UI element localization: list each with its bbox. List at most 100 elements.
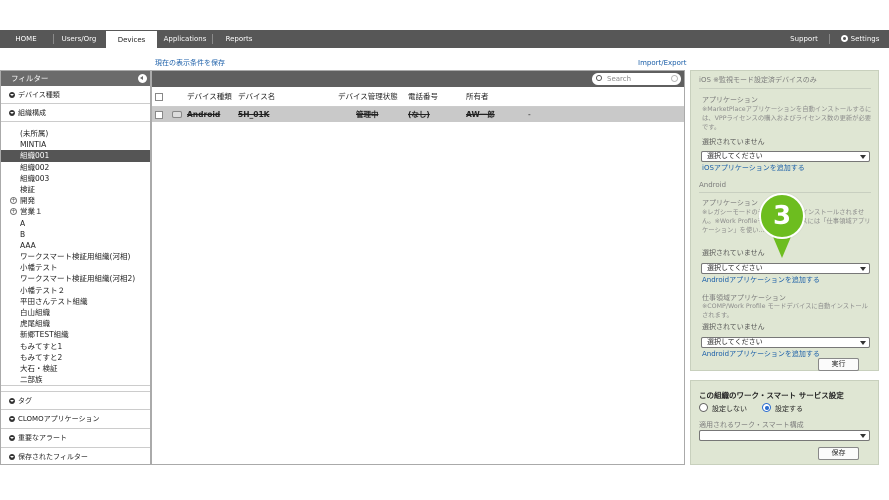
section-label: タグ (18, 397, 32, 405)
clear-icon[interactable] (671, 75, 678, 82)
section-tag[interactable]: タグ (1, 391, 150, 409)
col-phone[interactable]: 電話番号 (408, 87, 438, 107)
nav-settings[interactable]: Settings (836, 30, 884, 48)
cell-extra: - (528, 110, 531, 119)
select-all-checkbox[interactable] (155, 93, 163, 101)
android-app-select[interactable]: 選択してください (701, 263, 870, 274)
section-clomo-apps[interactable]: CLOMOアプリケーション (1, 409, 150, 427)
org-item[interactable]: AAA (1, 240, 150, 251)
org-item[interactable]: (未所属) (1, 128, 150, 139)
org-item[interactable]: A (1, 218, 150, 229)
org-item[interactable]: 平田さんテスト組織 (1, 296, 150, 307)
nav-users-org[interactable]: Users/Org (56, 30, 102, 48)
collapse-icon[interactable] (138, 74, 147, 83)
save-filter-link[interactable]: 現在の表示条件を保存 (155, 58, 225, 68)
section-org[interactable]: 組織構成 (1, 104, 150, 122)
org-item[interactable]: 組織003 (1, 173, 150, 184)
grid-toolbar: Search (152, 71, 684, 87)
org-label: 営業１ (20, 207, 43, 217)
cell-owner: AW一郎 (466, 110, 495, 119)
ios-selected: 選択されていません (702, 138, 765, 146)
org-item[interactable]: ワークスマート検証用組織(河相2) (1, 273, 150, 284)
section-saved-filters[interactable]: 保存されたフィルター (1, 447, 150, 464)
search-placeholder: Search (607, 75, 632, 83)
row-checkbox[interactable] (155, 111, 163, 119)
chevron-down-icon (9, 92, 15, 98)
ws-config-select[interactable] (699, 430, 870, 441)
col-owner[interactable]: 所有者 (466, 87, 489, 107)
ws-title: この組織のワーク・スマート サービス設定 (699, 391, 844, 400)
org-item[interactable]: + 営業１ (1, 206, 150, 217)
ios-app-title: アプリケーション (702, 96, 758, 104)
cell-phone: (なし) (408, 110, 430, 119)
ws-on-label: 設定する (775, 405, 803, 413)
org-item[interactable]: 虎尾組織 (1, 318, 150, 329)
org-item[interactable]: 二部族 (1, 374, 150, 385)
execute-button[interactable]: 実行 (818, 358, 859, 371)
android-selected: 選択されていません (702, 249, 765, 257)
step-number-badge: 3 (759, 193, 805, 239)
org-item[interactable]: もみてすと1 (1, 341, 150, 352)
ws-config-label: 適用されるワーク・スマート構成 (699, 421, 804, 429)
ios-header: iOS ※監視モード設定済デバイスのみ (699, 76, 817, 84)
org-item[interactable]: 新郷TEST組織 (1, 329, 150, 340)
android-header: Android (699, 181, 727, 189)
org-item[interactable]: ワークスマート検証用組織(河相) (1, 251, 150, 262)
filter-title: フィルター (11, 74, 49, 83)
grid-header: デバイス種類 デバイス名 デバイス管理状態 電話番号 所有者 (152, 87, 684, 107)
divider (699, 88, 871, 89)
ws-on-radio[interactable] (762, 403, 771, 412)
select-value: 選択してください (707, 152, 763, 160)
nav-home[interactable]: HOME (7, 30, 45, 48)
section-device-type[interactable]: デバイス種類 (1, 86, 150, 104)
org-item-selected[interactable]: 組織001 (1, 150, 150, 162)
table-row[interactable]: Android 5H_01K 管理中 (なし) AW一郎 - (152, 107, 684, 122)
cell-name: 5H_01K (238, 110, 270, 119)
org-item[interactable]: B (1, 229, 150, 240)
work-selected: 選択されていません (702, 323, 765, 331)
org-item[interactable]: 白山組織 (1, 307, 150, 318)
nav-separator (829, 34, 830, 44)
android-add-link[interactable]: Androidアプリケーションを追加する (702, 275, 820, 285)
search-icon (596, 75, 602, 81)
nav-applications[interactable]: Applications (162, 30, 208, 48)
col-status[interactable]: デバイス管理状態 (338, 87, 398, 107)
android-device-icon (172, 111, 182, 118)
expand-icon[interactable]: + (10, 197, 17, 205)
org-item[interactable]: MINTIA (1, 139, 150, 150)
org-item[interactable]: 組織002 (1, 162, 150, 173)
org-item[interactable]: 検証 (1, 184, 150, 195)
expand-icon[interactable]: + (10, 208, 17, 216)
org-label: 開発 (20, 196, 35, 206)
section-label: 組織構成 (18, 109, 46, 117)
chevron-down-icon (9, 454, 15, 460)
save-button[interactable]: 保存 (818, 447, 859, 460)
col-device-name[interactable]: デバイス名 (238, 87, 275, 107)
cell-type: Android (187, 110, 221, 119)
nav-devices[interactable]: Devices (105, 30, 158, 48)
filter-sidebar: フィルター デバイス種類 組織構成 (未所属) MINTIA 組織001 組織0… (0, 70, 151, 465)
import-export-link[interactable]: Import/Export (638, 59, 687, 67)
nav-separator (53, 34, 54, 44)
ios-app-select[interactable]: 選択してください (701, 151, 870, 162)
work-app-select[interactable]: 選択してください (701, 337, 870, 348)
chevron-down-icon (9, 398, 15, 404)
nav-support[interactable]: Support (786, 30, 822, 48)
org-item[interactable]: 小幡テスト２ (1, 285, 150, 296)
org-item[interactable]: + 開発 (1, 195, 150, 206)
org-item[interactable]: 大石・検証 (1, 363, 150, 374)
ios-add-link[interactable]: iOSアプリケーションを追加する (702, 163, 805, 173)
work-smart-panel: この組織のワーク・スマート サービス設定 設定しない 設定する 適用されるワーク… (690, 380, 879, 465)
section-alerts[interactable]: 重要なアラート (1, 428, 150, 446)
filter-header: フィルター (1, 71, 150, 86)
org-item[interactable]: もみてすと2 (1, 352, 150, 363)
section-label: デバイス種類 (18, 91, 60, 99)
section-label: 重要なアラート (18, 434, 67, 442)
work-add-link[interactable]: Androidアプリケーションを追加する (702, 349, 820, 359)
nav-reports[interactable]: Reports (219, 30, 259, 48)
org-item[interactable]: 小幡テスト (1, 262, 150, 273)
col-device-type[interactable]: デバイス種類 (187, 87, 232, 107)
ws-off-radio[interactable] (699, 403, 708, 412)
section-label: 保存されたフィルター (18, 453, 88, 461)
search-input[interactable]: Search (592, 73, 681, 85)
